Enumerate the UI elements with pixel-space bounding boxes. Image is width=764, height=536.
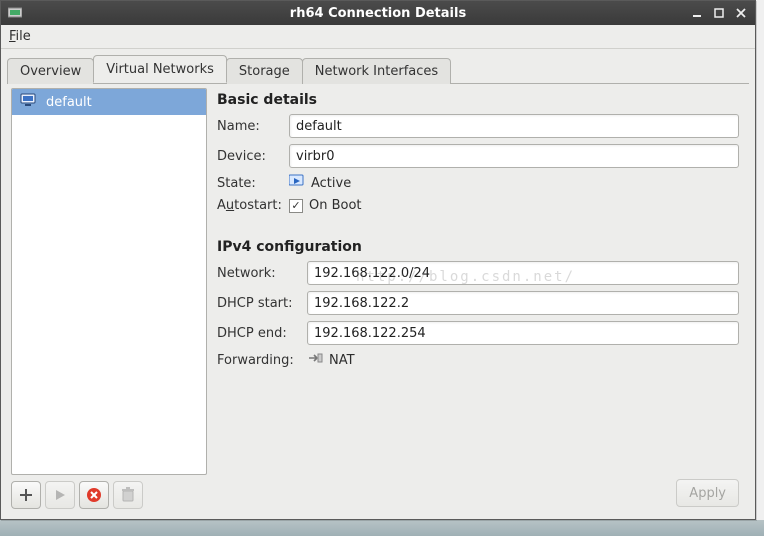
network-toolbar xyxy=(11,475,207,509)
forwarding-label: Forwarding: xyxy=(217,353,307,368)
virtual-networks-panel: default http://blog.csdn.net/ xyxy=(7,83,749,513)
network-list-item-label: default xyxy=(46,95,92,110)
ipv4-heading: IPv4 configuration xyxy=(217,239,739,255)
close-button[interactable] xyxy=(733,6,749,20)
plus-icon xyxy=(18,487,34,503)
trash-icon xyxy=(121,487,135,503)
device-label: Device: xyxy=(217,149,289,164)
desktop-strip xyxy=(0,520,764,536)
nat-icon xyxy=(307,351,323,369)
titlebar[interactable]: rh64 Connection Details xyxy=(1,1,755,25)
network-input[interactable] xyxy=(307,261,739,285)
active-icon xyxy=(289,174,305,192)
stop-icon xyxy=(86,487,102,503)
window-title: rh64 Connection Details xyxy=(1,6,755,21)
stop-network-button[interactable] xyxy=(79,481,109,509)
dhcp-start-label: DHCP start: xyxy=(217,296,307,311)
play-icon xyxy=(53,488,67,502)
tabs: Overview Virtual Networks Storage Networ… xyxy=(1,49,755,83)
menubar: File xyxy=(1,25,755,49)
maximize-button[interactable] xyxy=(711,6,727,20)
network-list[interactable]: default xyxy=(11,88,207,475)
name-label: Name: xyxy=(217,119,289,134)
state-value: Active xyxy=(289,174,351,192)
network-label: Network: xyxy=(217,266,307,281)
dhcp-end-input[interactable] xyxy=(307,321,739,345)
minimize-button[interactable] xyxy=(689,6,705,20)
network-list-item[interactable]: default xyxy=(12,89,206,115)
forwarding-value: NAT xyxy=(307,351,355,369)
state-label: State: xyxy=(217,176,289,191)
autostart-label: Autostart: xyxy=(217,198,289,213)
tab-virtual-networks[interactable]: Virtual Networks xyxy=(93,55,227,83)
device-input[interactable] xyxy=(289,144,739,168)
menu-file[interactable]: File xyxy=(9,29,31,44)
dhcp-start-input[interactable] xyxy=(307,291,739,315)
details-pane: http://blog.csdn.net/ Basic details Name… xyxy=(211,84,749,513)
basic-details-heading: Basic details xyxy=(217,92,739,108)
sidebar: default xyxy=(7,84,211,513)
start-network-button[interactable] xyxy=(45,481,75,509)
delete-network-button[interactable] xyxy=(113,481,143,509)
network-icon xyxy=(20,93,38,111)
window-controls xyxy=(689,6,749,20)
forwarding-text: NAT xyxy=(329,353,355,368)
add-network-button[interactable] xyxy=(11,481,41,509)
state-text: Active xyxy=(311,176,351,191)
name-input[interactable] xyxy=(289,114,739,138)
dhcp-end-label: DHCP end: xyxy=(217,326,307,341)
tab-network-interfaces[interactable]: Network Interfaces xyxy=(302,58,451,84)
app-icon xyxy=(7,5,23,21)
autostart-checkbox[interactable]: ✓ xyxy=(289,199,303,213)
autostart-text: On Boot xyxy=(309,198,362,213)
apply-button[interactable]: Apply xyxy=(676,479,739,507)
tab-storage[interactable]: Storage xyxy=(226,58,303,84)
tab-overview[interactable]: Overview xyxy=(7,58,94,84)
connection-details-window: rh64 Connection Details File Overview Vi… xyxy=(0,0,756,520)
